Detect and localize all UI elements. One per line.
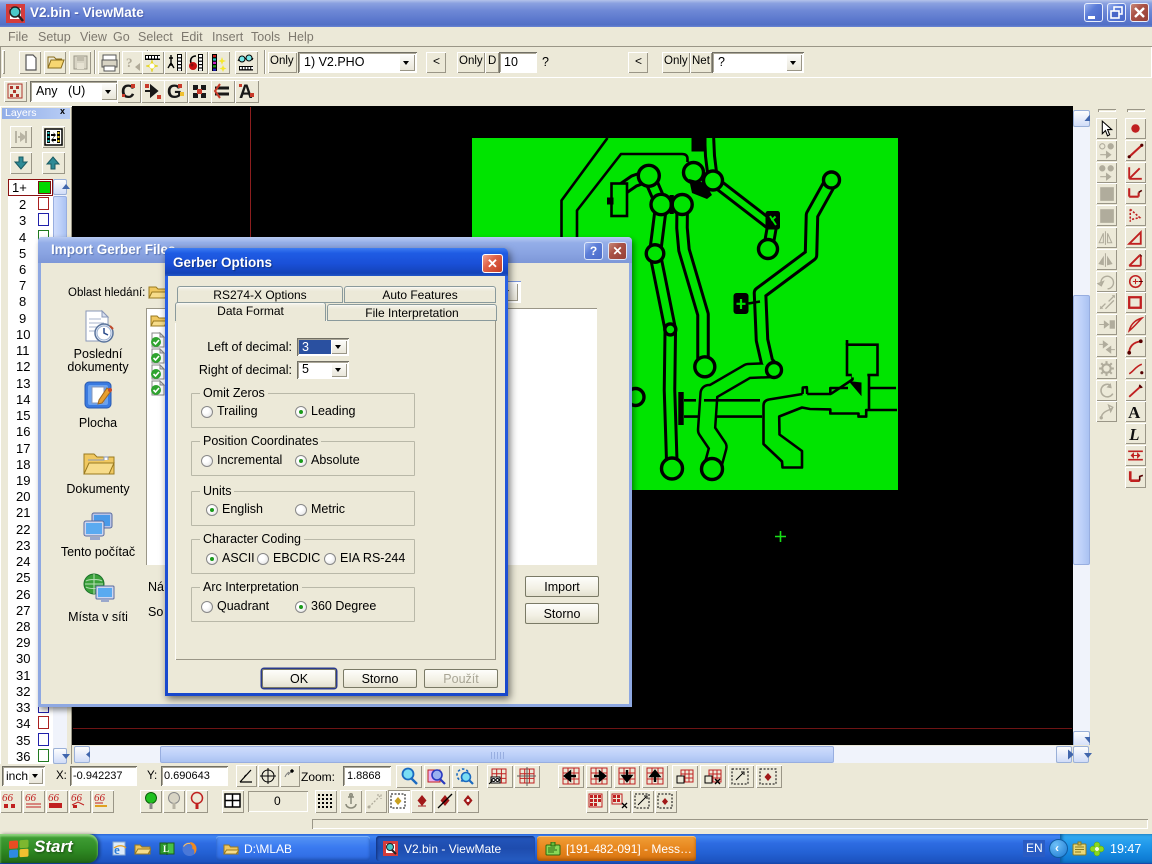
svg-text:66: 66 bbox=[48, 792, 60, 804]
svg-text:66: 66 bbox=[25, 792, 37, 804]
svg-text:66: 66 bbox=[94, 792, 106, 804]
svg-text:?: ? bbox=[126, 55, 133, 70]
svg-text:e: e bbox=[114, 842, 120, 857]
svg-text:A: A bbox=[1128, 403, 1140, 422]
svg-text:66: 66 bbox=[2, 792, 14, 804]
svg-text:L: L bbox=[1128, 425, 1139, 444]
svg-text:L: L bbox=[163, 844, 169, 854]
